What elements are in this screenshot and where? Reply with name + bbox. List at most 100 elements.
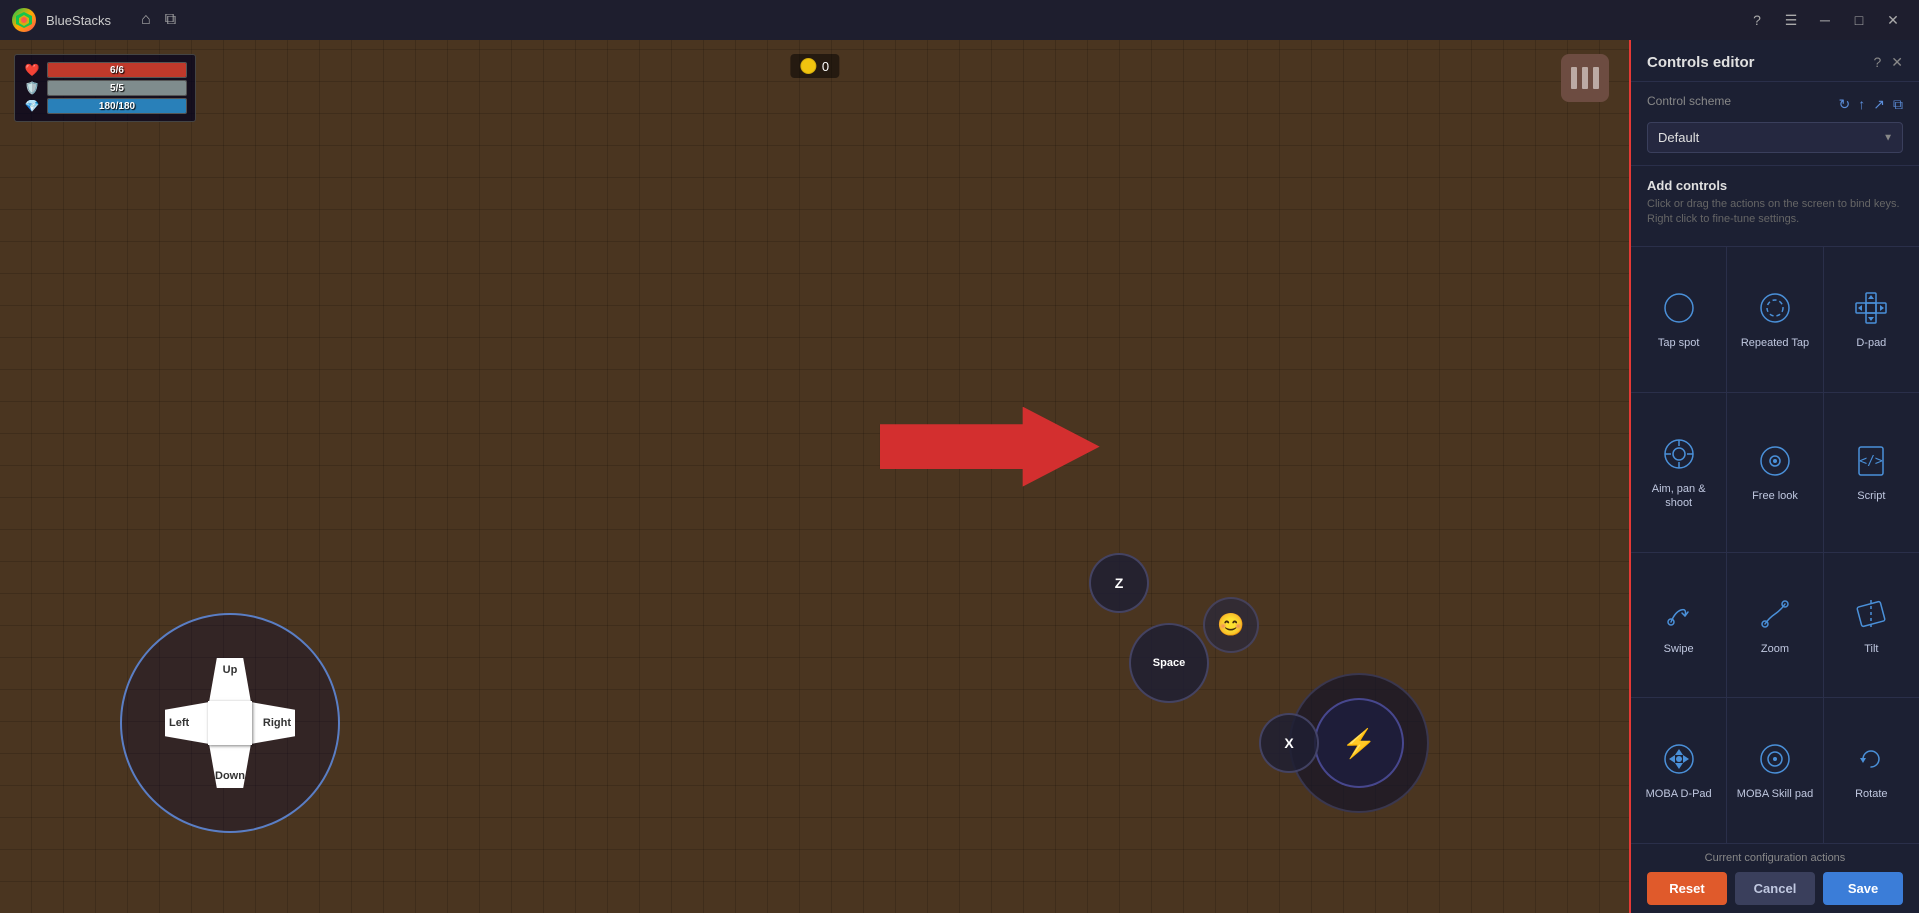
tap-spot-label: Tap spot bbox=[1658, 336, 1700, 350]
scheme-import-icon[interactable]: ↗ bbox=[1873, 96, 1885, 113]
tilt-label: Tilt bbox=[1864, 642, 1878, 656]
control-item-moba-skill-pad[interactable]: MOBA Skill pad bbox=[1727, 698, 1822, 843]
gold-icon bbox=[800, 58, 816, 74]
dpad-center bbox=[208, 701, 252, 745]
panel-title: Controls editor bbox=[1647, 54, 1755, 71]
shield-icon: 🛡️ bbox=[23, 79, 41, 97]
sp-bar: 180/180 bbox=[47, 98, 187, 114]
current-config-label: Current configuration actions bbox=[1647, 852, 1903, 864]
save-button[interactable]: Save bbox=[1823, 872, 1903, 905]
menu-button[interactable]: ☰ bbox=[1777, 6, 1805, 34]
moba-skill-pad-label: MOBA Skill pad bbox=[1737, 787, 1813, 801]
skill-lightning-icon: ⚡ bbox=[1342, 727, 1377, 760]
control-item-swipe[interactable]: Swipe bbox=[1631, 553, 1726, 698]
control-item-aim-pan-shoot[interactable]: Aim, pan & shoot bbox=[1631, 393, 1726, 552]
dpad-right[interactable]: Right bbox=[245, 701, 295, 745]
panel-help-icon[interactable]: ? bbox=[1873, 54, 1881, 71]
x-button[interactable]: X bbox=[1259, 713, 1319, 773]
window-icon[interactable]: ⧉ bbox=[165, 11, 176, 29]
panel-buttons: Reset Cancel Save bbox=[1647, 872, 1903, 905]
free-look-icon bbox=[1755, 441, 1795, 481]
hp-bar: 6/6 bbox=[47, 62, 187, 78]
scheme-export-icon[interactable]: ↑ bbox=[1858, 96, 1865, 113]
gold-amount: 0 bbox=[822, 59, 829, 74]
hud-container: ❤️ 6/6 🛡️ 5/5 💎 bbox=[14, 54, 196, 122]
hp-fill: 6/6 bbox=[48, 63, 186, 77]
controls-panel: Controls editor ? ✕ Control scheme ↻ ↑ ↗… bbox=[1629, 40, 1919, 913]
hp-row: ❤️ 6/6 bbox=[23, 61, 187, 79]
scheme-upload-icon[interactable]: ↻ bbox=[1839, 96, 1851, 113]
dpad-circle[interactable]: Up Down Left Right bbox=[120, 613, 340, 833]
panel-bottom: Current configuration actions Reset Canc… bbox=[1631, 843, 1919, 913]
dpad-down[interactable]: Down bbox=[208, 738, 252, 788]
reset-button[interactable]: Reset bbox=[1647, 872, 1727, 905]
space-button[interactable]: Space bbox=[1129, 623, 1209, 703]
control-item-moba-d-pad[interactable]: MOBA D-Pad bbox=[1631, 698, 1726, 843]
title-bar-icons: ⌂ ⧉ bbox=[141, 11, 176, 29]
red-arrow-indicator bbox=[880, 407, 1100, 487]
d-pad-icon bbox=[1851, 288, 1891, 328]
control-item-zoom[interactable]: Zoom bbox=[1727, 553, 1822, 698]
z-button[interactable]: Z bbox=[1089, 553, 1149, 613]
help-button[interactable]: ? bbox=[1743, 6, 1771, 34]
control-item-repeated-tap[interactable]: Repeated Tap bbox=[1727, 247, 1822, 392]
panel-header-icons: ? ✕ bbox=[1873, 54, 1903, 71]
panel-close-icon[interactable]: ✕ bbox=[1891, 54, 1903, 71]
control-item-free-look[interactable]: Free look bbox=[1727, 393, 1822, 552]
mp-bar: 5/5 bbox=[47, 80, 187, 96]
pause-bar-2 bbox=[1582, 67, 1588, 89]
title-bar-left: BlueStacks ⌂ ⧉ bbox=[12, 8, 176, 32]
title-bar-controls: ? ☰ ─ □ ✕ bbox=[1743, 6, 1907, 34]
pause-button[interactable] bbox=[1561, 54, 1609, 102]
swipe-label: Swipe bbox=[1664, 642, 1694, 656]
script-icon: </> bbox=[1851, 441, 1891, 481]
minimize-button[interactable]: ─ bbox=[1811, 6, 1839, 34]
title-bar: BlueStacks ⌂ ⧉ ? ☰ ─ □ ✕ bbox=[0, 0, 1919, 40]
free-look-label: Free look bbox=[1752, 489, 1798, 503]
hud: ❤️ 6/6 🛡️ 5/5 💎 bbox=[14, 54, 196, 122]
tap-spot-icon bbox=[1659, 288, 1699, 328]
pause-bar-1 bbox=[1571, 67, 1577, 89]
zoom-label: Zoom bbox=[1761, 642, 1789, 656]
maximize-button[interactable]: □ bbox=[1845, 6, 1873, 34]
tilt-icon bbox=[1851, 594, 1891, 634]
pause-icon bbox=[1571, 67, 1599, 89]
app-title: BlueStacks bbox=[46, 13, 111, 28]
mp-row: 🛡️ 5/5 bbox=[23, 79, 187, 97]
rotate-icon bbox=[1851, 739, 1891, 779]
moba-d-pad-label: MOBA D-Pad bbox=[1646, 787, 1712, 801]
scheme-top: Control scheme ↻ ↑ ↗ ⧉ bbox=[1647, 94, 1903, 114]
heart-icon: ❤️ bbox=[23, 61, 41, 79]
pause-bar-3 bbox=[1593, 67, 1599, 89]
add-controls-section: Add controls Click or drag the actions o… bbox=[1631, 166, 1919, 246]
control-item-script[interactable]: </> Script bbox=[1824, 393, 1919, 552]
cancel-button[interactable]: Cancel bbox=[1735, 872, 1815, 905]
zoom-icon bbox=[1755, 594, 1795, 634]
control-item-tilt[interactable]: Tilt bbox=[1824, 553, 1919, 698]
control-item-rotate[interactable]: Rotate bbox=[1824, 698, 1919, 843]
close-button[interactable]: ✕ bbox=[1879, 6, 1907, 34]
d-pad-label: D-pad bbox=[1856, 336, 1886, 350]
repeated-tap-label: Repeated Tap bbox=[1741, 336, 1809, 350]
scheme-select[interactable]: Default bbox=[1647, 122, 1903, 153]
repeated-tap-icon bbox=[1755, 288, 1795, 328]
game-viewport: ❤️ 6/6 🛡️ 5/5 💎 bbox=[0, 40, 1629, 913]
big-skill-inner: ⚡ bbox=[1314, 698, 1404, 788]
control-item-d-pad[interactable]: D-pad bbox=[1824, 247, 1919, 392]
home-icon[interactable]: ⌂ bbox=[141, 11, 151, 29]
emoji-button[interactable]: 😊 bbox=[1203, 597, 1259, 653]
scheme-copy-icon[interactable]: ⧉ bbox=[1893, 96, 1903, 113]
rotate-label: Rotate bbox=[1855, 787, 1887, 801]
control-item-tap-spot[interactable]: Tap spot bbox=[1631, 247, 1726, 392]
mp-fill: 5/5 bbox=[48, 81, 186, 95]
dpad-cross: Up Down Left Right bbox=[122, 615, 338, 831]
add-controls-desc: Click or drag the actions on the screen … bbox=[1647, 197, 1903, 228]
moba-d-pad-icon bbox=[1659, 739, 1699, 779]
svg-text:</>: </> bbox=[1860, 454, 1884, 469]
scheme-icons: ↻ ↑ ↗ ⧉ bbox=[1839, 96, 1903, 113]
swipe-icon bbox=[1659, 594, 1699, 634]
moba-skill-pad-icon bbox=[1755, 739, 1795, 779]
dpad-container: Up Down Left Right bbox=[120, 613, 340, 833]
gold-display: 0 bbox=[790, 54, 839, 78]
scheme-label: Control scheme bbox=[1647, 94, 1731, 108]
